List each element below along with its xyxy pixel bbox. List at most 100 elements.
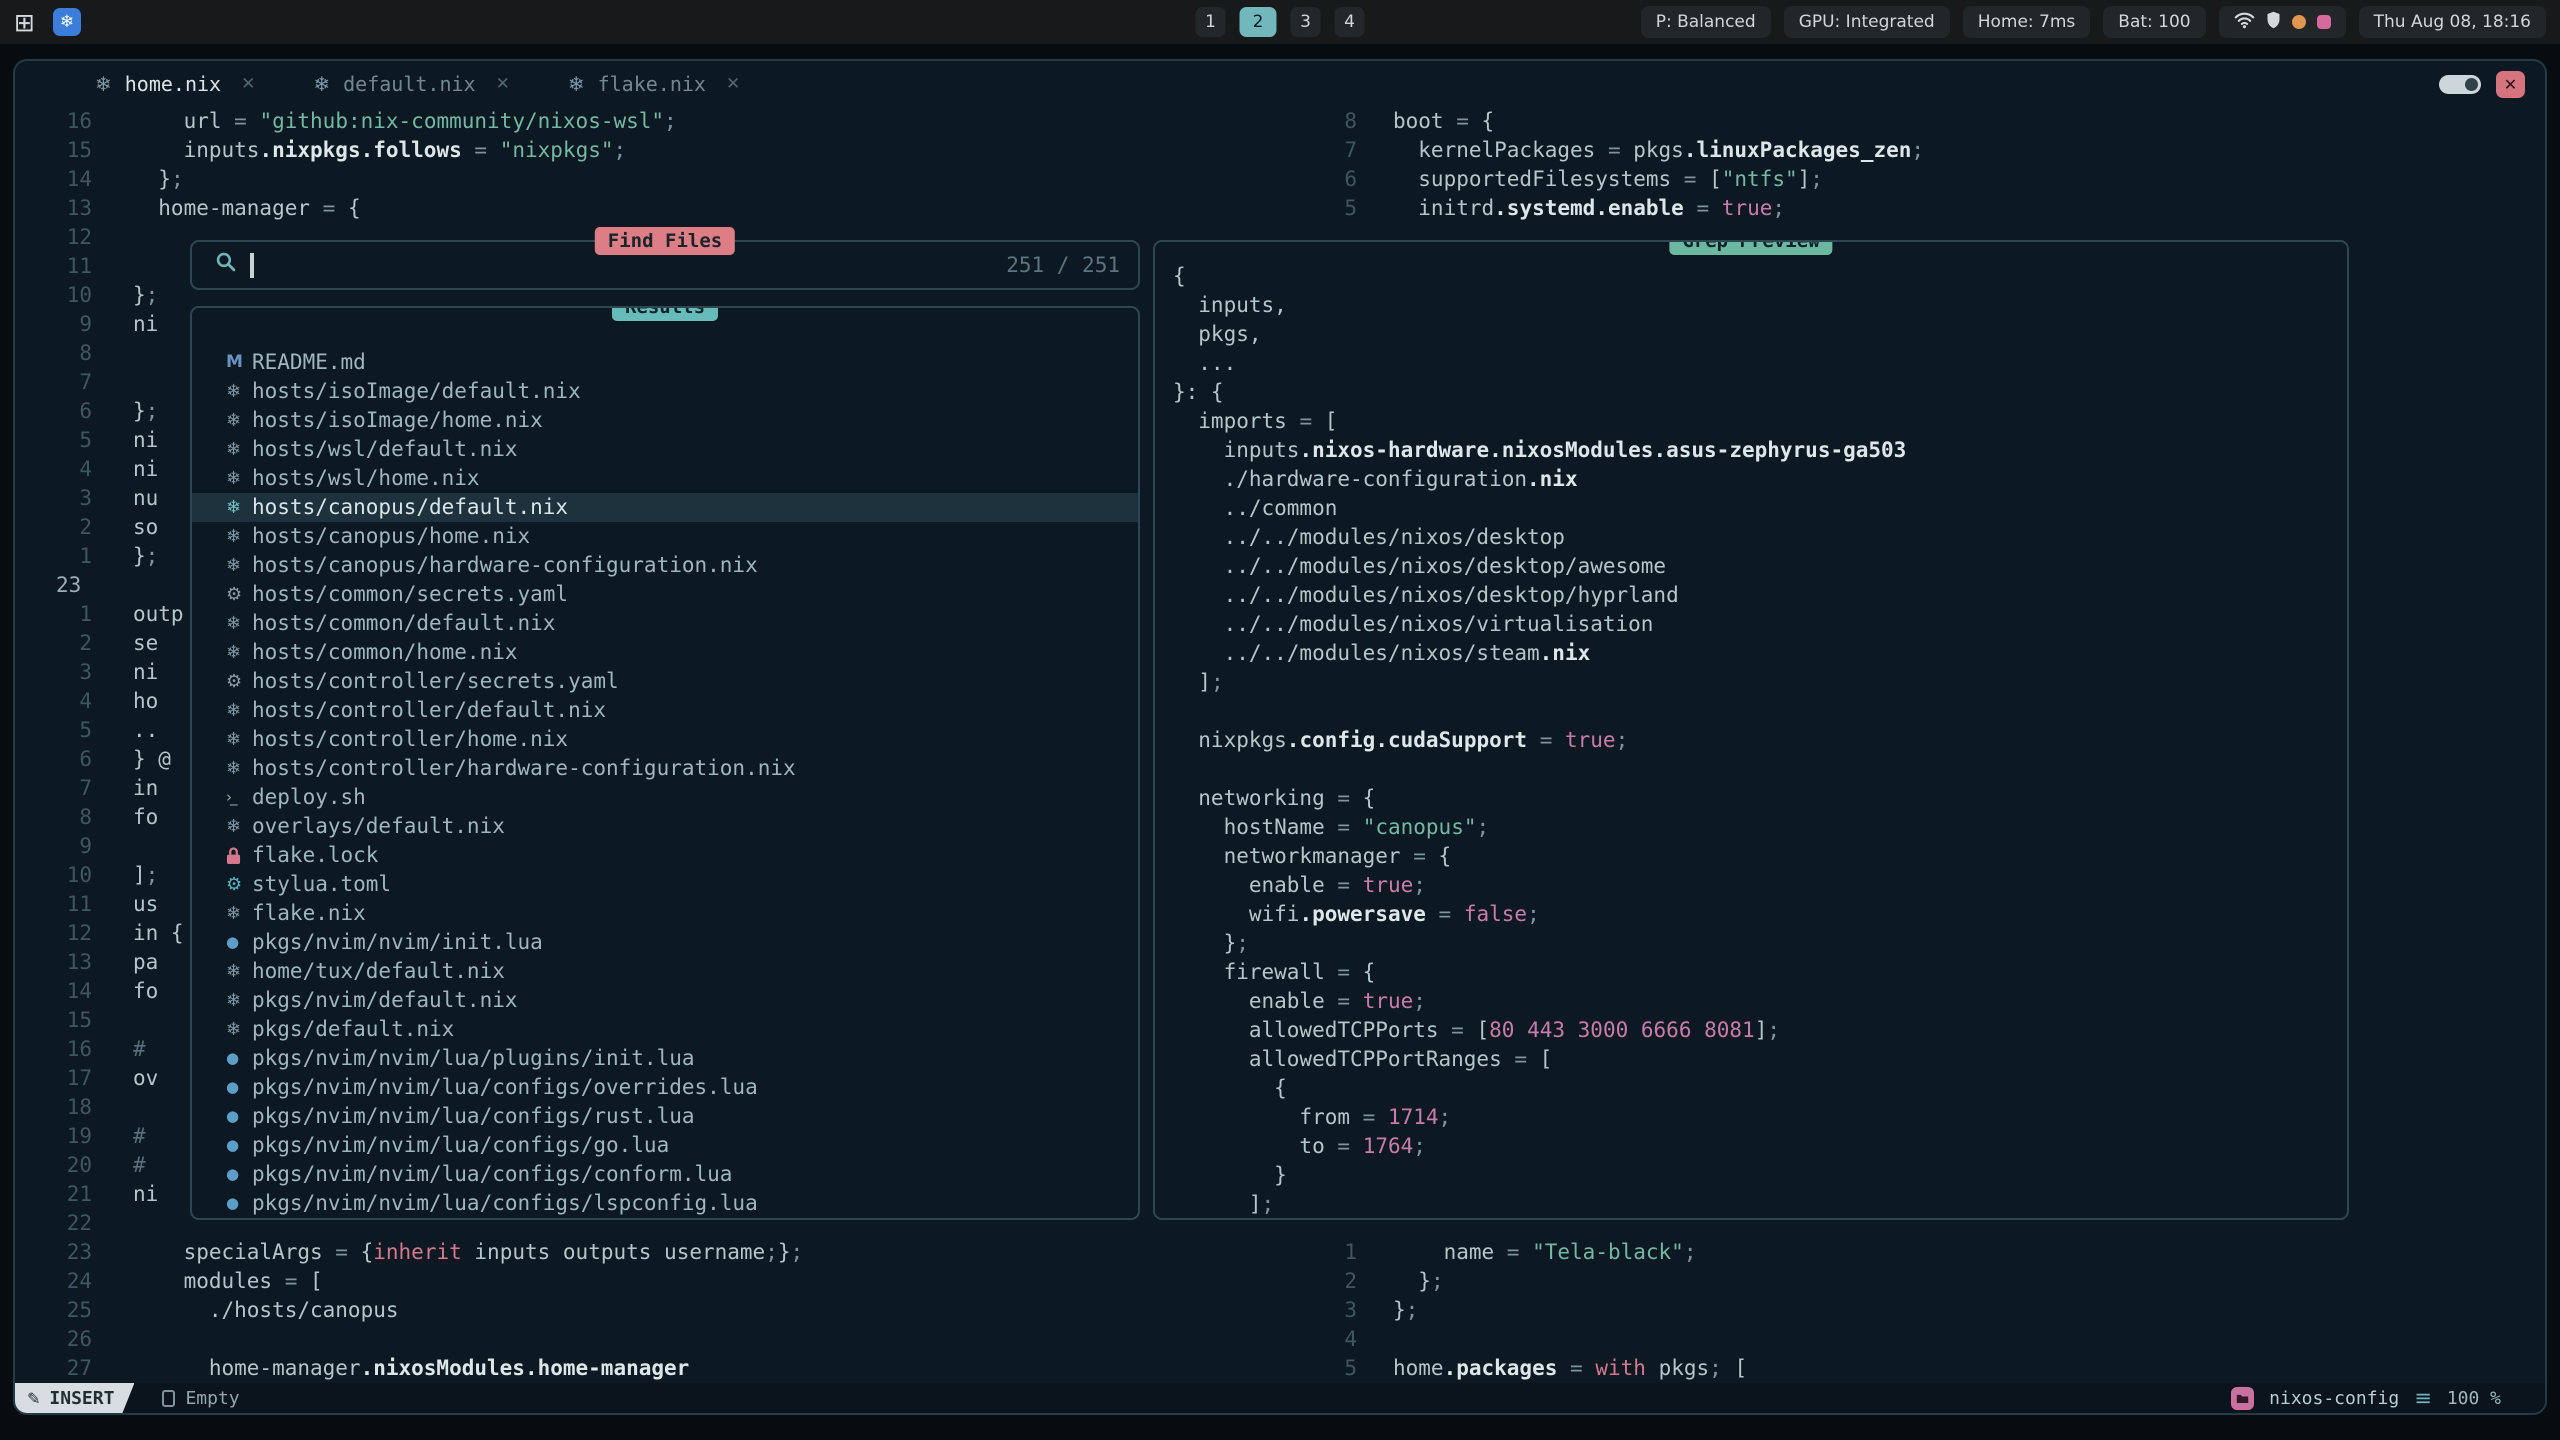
wifi-icon[interactable] <box>2234 11 2255 34</box>
lock-file-icon <box>226 846 252 865</box>
code-line: 13 home-manager = { <box>15 194 1315 223</box>
result-item[interactable]: MREADME.md <box>192 348 1138 377</box>
code-text: boot = { <box>1393 107 1494 136</box>
grep-preview-title: Grep Preview <box>1669 240 1832 255</box>
result-label: pkgs/nvim/nvim/lua/configs/rust.lua <box>252 1102 695 1131</box>
line-number: 7 <box>15 368 92 397</box>
tab-close-icon[interactable]: ✕ <box>726 74 740 94</box>
workspace-3[interactable]: 3 <box>1291 7 1321 37</box>
results-title: Results <box>612 306 718 321</box>
line-number: 5 <box>1315 194 1357 223</box>
result-item[interactable]: ❄hosts/canopus/default.nix <box>192 493 1138 522</box>
nix-icon: ❄ <box>95 72 112 96</box>
result-item[interactable]: ❄hosts/common/default.nix <box>192 609 1138 638</box>
lua-file-icon: ● <box>226 1167 252 1182</box>
line-number: 6 <box>15 397 92 426</box>
code-text: ov <box>133 1064 158 1093</box>
result-item[interactable]: ⚙stylua.toml <box>192 870 1138 899</box>
code-text: }; <box>1393 1267 1444 1296</box>
preview-line: { <box>1173 1074 2347 1103</box>
result-item[interactable]: ❄hosts/wsl/default.nix <box>192 435 1138 464</box>
line-number: 18 <box>15 1093 92 1122</box>
window-close-button[interactable]: ✕ <box>2496 71 2525 98</box>
line-number: 1 <box>15 542 92 571</box>
editor-area[interactable]: 16 url = "github:nix-community/nixos-wsl… <box>15 107 2545 1383</box>
result-item[interactable]: ❄overlays/default.nix <box>192 812 1138 841</box>
result-item[interactable]: ❄pkgs/nvim/default.nix <box>192 986 1138 1015</box>
shield-icon[interactable] <box>2266 11 2281 34</box>
result-label: flake.nix <box>252 899 366 928</box>
nix-icon: ❄ <box>313 72 330 96</box>
result-item[interactable]: ❄hosts/isoImage/home.nix <box>192 406 1138 435</box>
result-label: stylua.toml <box>252 870 391 899</box>
tab-home.nix[interactable]: ❄home.nix✕ <box>95 72 255 96</box>
result-item[interactable]: ●pkgs/nvim/nvim/lua/configs/rust.lua <box>192 1102 1138 1131</box>
result-item[interactable]: ❄hosts/canopus/home.nix <box>192 522 1138 551</box>
result-item[interactable]: ❄hosts/wsl/home.nix <box>192 464 1138 493</box>
result-item[interactable]: ●pkgs/nvim/nvim/lua/plugins/init.lua <box>192 1044 1138 1073</box>
preview-line <box>1173 755 2347 784</box>
result-label: hosts/controller/secrets.yaml <box>252 667 619 696</box>
code-text: inputs.nixpkgs.follows = "nixpkgs"; <box>133 136 626 165</box>
nix-file-icon: ❄ <box>226 963 252 981</box>
app-launcher-icon[interactable]: ⊞ <box>14 10 35 35</box>
result-label: pkgs/nvim/nvim/lua/plugins/init.lua <box>252 1044 695 1073</box>
workspace-1[interactable]: 1 <box>1196 7 1226 37</box>
line-number: 7 <box>1315 136 1357 165</box>
window-toggle-pill[interactable] <box>2439 75 2481 94</box>
result-item[interactable]: ●pkgs/nvim/nvim/lua/configs/overrides.lu… <box>192 1073 1138 1102</box>
tray-app-orange-icon[interactable] <box>2292 15 2306 29</box>
result-item[interactable]: ❄pkgs/default.nix <box>192 1015 1138 1044</box>
line-number: 11 <box>15 252 92 281</box>
code-line: 27 home-manager.nixosModules.home-manage… <box>15 1354 1315 1383</box>
nix-file-icon: ❄ <box>226 702 252 720</box>
line-number: 10 <box>15 861 92 890</box>
result-item[interactable]: ❄hosts/controller/home.nix <box>192 725 1138 754</box>
result-item[interactable]: ❄hosts/canopus/hardware-configuration.ni… <box>192 551 1138 580</box>
result-item[interactable]: flake.lock <box>192 841 1138 870</box>
workspace-2[interactable]: 2 <box>1240 7 1277 37</box>
preview-line: ../../modules/nixos/virtualisation <box>1173 610 2347 639</box>
result-item[interactable]: ❄hosts/controller/hardware-configuration… <box>192 754 1138 783</box>
code-text: modules = [ <box>133 1267 323 1296</box>
result-item[interactable]: ●pkgs/nvim/nvim/lua/configs/conform.lua <box>192 1160 1138 1189</box>
preview-line: from = 1714; <box>1173 1103 2347 1132</box>
line-number: 23 <box>15 571 92 600</box>
tab-default.nix[interactable]: ❄default.nix✕ <box>313 72 509 96</box>
mode-label: INSERT <box>49 1388 114 1409</box>
code-line: 4 <box>1315 1325 2545 1354</box>
result-item[interactable]: ●pkgs/nvim/nvim/init.lua <box>192 928 1138 957</box>
result-item[interactable]: ›_deploy.sh <box>192 783 1138 812</box>
tab-flake.nix[interactable]: ❄flake.nix✕ <box>568 72 740 96</box>
code-text: }; <box>133 542 158 571</box>
preview-line: ../../modules/nixos/desktop <box>1173 523 2347 552</box>
result-item[interactable]: ❄flake.nix <box>192 899 1138 928</box>
preview-line: enable = true; <box>1173 871 2347 900</box>
nix-file-icon: ❄ <box>226 412 252 430</box>
tab-close-icon[interactable]: ✕ <box>241 74 255 94</box>
nix-icon: ❄ <box>568 72 585 96</box>
result-item[interactable]: ⚙hosts/common/secrets.yaml <box>192 580 1138 609</box>
result-label: hosts/controller/default.nix <box>252 696 606 725</box>
result-item[interactable]: ●pkgs/nvim/nvim/lua/configs/go.lua <box>192 1131 1138 1160</box>
project-name: nixos-config <box>2269 1388 2399 1409</box>
result-item[interactable]: ❄hosts/controller/default.nix <box>192 696 1138 725</box>
code-line: 1 name = "Tela-black"; <box>1315 1238 2545 1267</box>
result-item[interactable]: ❄hosts/common/home.nix <box>192 638 1138 667</box>
topbar-module-2: Home: 7ms <box>1963 6 2091 38</box>
distro-logo-icon[interactable]: ❄ <box>53 8 81 36</box>
result-item[interactable]: ⚙hosts/controller/secrets.yaml <box>192 667 1138 696</box>
code-text: nu <box>133 484 158 513</box>
code-line: 5home.packages = with pkgs; [ <box>1315 1354 2545 1383</box>
tab-close-icon[interactable]: ✕ <box>496 74 510 94</box>
code-text: url = "github:nix-community/nixos-wsl"; <box>133 107 677 136</box>
tray-app-pink-icon[interactable] <box>2317 15 2331 29</box>
workspace-4[interactable]: 4 <box>1335 7 1365 37</box>
preview-line: imports = [ <box>1173 407 2347 436</box>
result-item[interactable]: ❄hosts/isoImage/default.nix <box>192 377 1138 406</box>
lua-file-icon: ● <box>226 935 252 950</box>
line-number: 16 <box>15 1035 92 1064</box>
result-item[interactable]: ●pkgs/nvim/nvim/lua/configs/lspconfig.lu… <box>192 1189 1138 1218</box>
line-number: 9 <box>15 310 92 339</box>
result-item[interactable]: ❄home/tux/default.nix <box>192 957 1138 986</box>
